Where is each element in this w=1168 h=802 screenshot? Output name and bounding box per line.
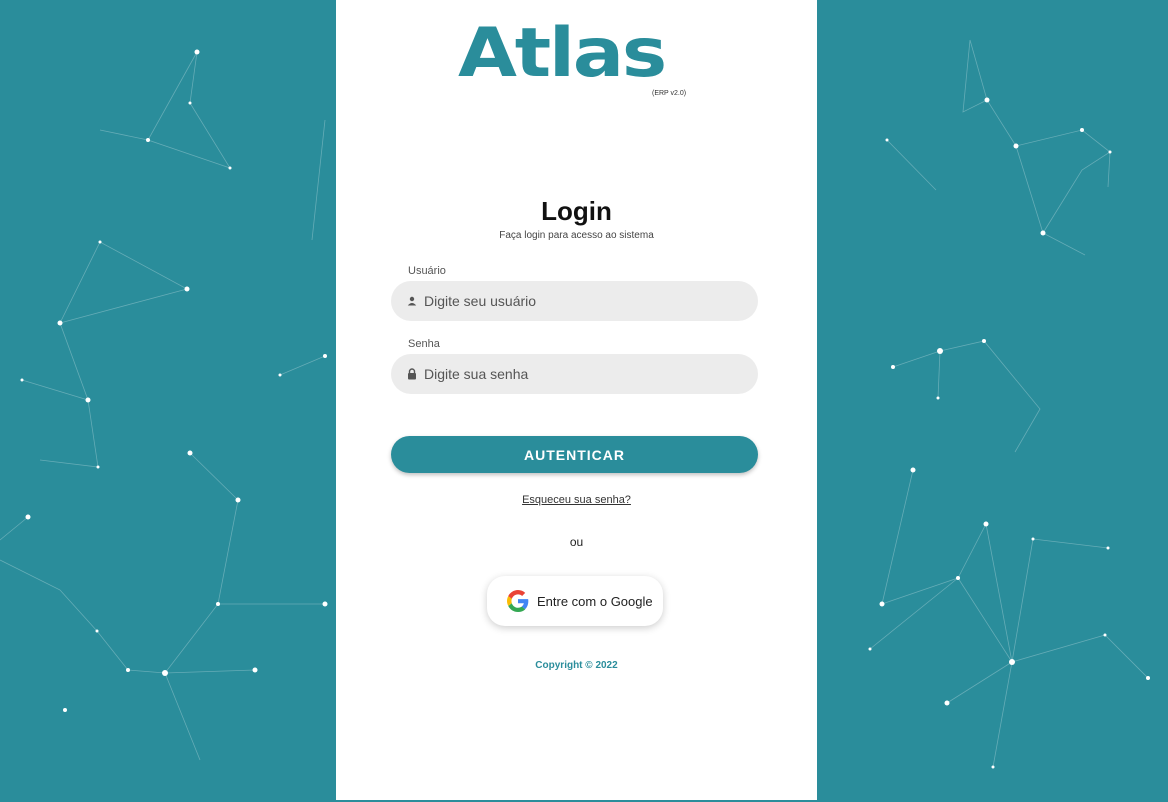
or-divider: ou <box>569 535 584 549</box>
username-label: Usuário <box>408 265 446 277</box>
password-input[interactable] <box>422 365 746 383</box>
user-icon <box>405 294 419 308</box>
logo-text: Atlas <box>458 14 667 93</box>
username-input[interactable] <box>422 292 746 310</box>
copyright: Copyright © 2022 <box>535 660 618 671</box>
version-label: (ERP v2.0) <box>652 90 687 97</box>
password-field[interactable] <box>391 354 758 394</box>
forgot-password-link[interactable]: Esqueceu sua senha? <box>336 494 817 506</box>
authenticate-button[interactable]: AUTENTICAR <box>391 436 758 473</box>
atlas-logo: Atlas (ERP v2.0) <box>458 20 688 100</box>
password-label: Senha <box>408 338 440 350</box>
page-subtitle: Faça login para acesso ao sistema <box>499 230 654 241</box>
lock-icon <box>405 367 419 381</box>
username-field[interactable] <box>391 281 758 321</box>
google-signin-label: Entre com o Google <box>537 593 653 609</box>
login-panel: Atlas (ERP v2.0) Login Faça login para a… <box>336 0 817 800</box>
google-signin-button[interactable]: Entre com o Google <box>487 576 663 626</box>
google-icon <box>507 590 529 612</box>
page-title: Login <box>541 196 612 226</box>
